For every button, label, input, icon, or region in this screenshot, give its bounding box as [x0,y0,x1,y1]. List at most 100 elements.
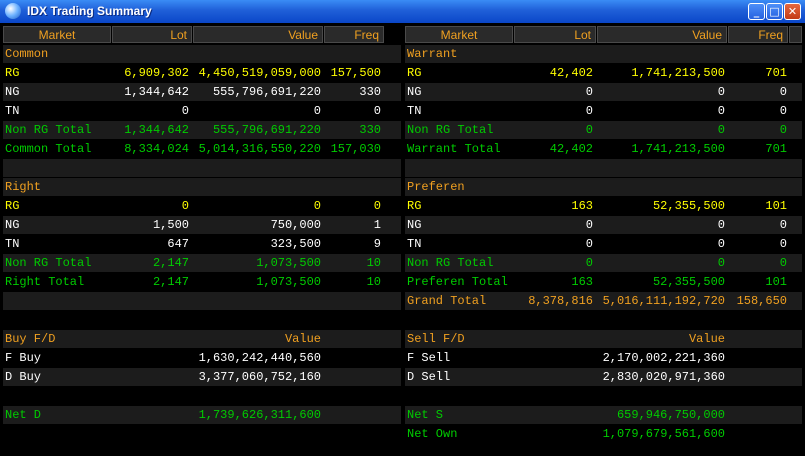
row-label: TN [5,237,20,251]
maximize-button[interactable]: □ [766,3,783,20]
header-spacer [789,26,802,43]
value-cell: 0 [313,104,321,118]
row-label: TN [407,104,422,118]
freq-cell: 0 [373,199,381,213]
lot-cell: 42,402 [549,66,593,80]
table-row: F Sell 2,170,002,221,360 [405,349,802,367]
table-row: Non RG Total 1,344,642 555,796,691,220 3… [3,121,401,139]
section-title-right: Right [5,180,42,194]
row-label: F Sell [407,351,451,365]
freq-cell: 330 [359,85,381,99]
row-label: NG [407,218,422,232]
column-header-lot[interactable]: Lot [112,26,192,43]
value-cell: 750,000 [270,218,321,232]
table-row: NG 1,500 750,000 1 [3,216,401,234]
column-header-freq[interactable]: Freq [324,26,384,43]
row-label: D Sell [407,370,451,384]
section-row-common: Common [3,45,401,63]
right-header-row: Market Lot Value Freq [405,26,802,43]
table-row: NG 0 0 0 [405,216,802,234]
freq-cell: 0 [373,104,381,118]
lot-cell: 0 [181,104,189,118]
table-row: Non RG Total 0 0 0 [405,121,802,139]
spacer-row [3,311,401,329]
table-row: NG 0 0 0 [405,83,802,101]
freq-cell: 10 [366,275,381,289]
column-header-lot[interactable]: Lot [514,26,596,43]
lot-cell: 6,909,302 [124,66,189,80]
value-cell: 5,014,316,550,220 [198,142,321,156]
row-label: TN [5,104,20,118]
lot-cell: 2,147 [152,256,189,270]
lot-cell: 2,147 [152,275,189,289]
column-header-value[interactable]: Value [193,26,323,43]
value-cell: 0 [313,199,321,213]
value-cell: 1,741,213,500 [631,142,725,156]
table-row: Net D 1,739,626,311,600 [3,406,401,424]
lot-cell: 647 [167,237,189,251]
section-row-sell: Sell F/D Value [405,330,802,348]
net-s-value: 659,946,750,000 [616,408,725,422]
section-title-warrant: Warrant [407,47,458,61]
table-row: Preferen Total 163 52,355,500 101 [405,273,802,291]
grand-total-row: Grand Total 8,378,816 5,016,111,192,720 … [405,292,802,310]
close-button[interactable]: ✕ [784,3,801,20]
row-label: Preferen Total [407,275,508,289]
net-d-label: Net D [5,408,42,422]
value-cell: 0 [717,104,725,118]
freq-cell: 0 [779,218,787,232]
lot-cell: 0 [585,104,593,118]
table-row: Non RG Total 2,147 1,073,500 10 [3,254,401,272]
spacer-row [3,387,401,405]
column-header-market[interactable]: Market [405,26,513,43]
row-label: NG [407,85,422,99]
lot-cell: 0 [181,199,189,213]
value-cell: 0 [717,256,725,270]
value-cell: 1,073,500 [256,275,321,289]
value-cell: 0 [717,237,725,251]
value-cell: 0 [717,85,725,99]
table-row: Non RG Total 0 0 0 [405,254,802,272]
freq-cell: 0 [779,256,787,270]
table-row: TN 0 0 0 [3,102,401,120]
table-row: D Sell 2,830,020,971,360 [405,368,802,386]
row-label: Non RG Total [5,256,92,270]
row-label: D Buy [5,370,42,384]
title-bar[interactable]: IDX Trading Summary _ □ ✕ [0,0,805,23]
row-label: Common Total [5,142,92,156]
minimize-button[interactable]: _ [748,3,765,20]
spacer-row [405,387,802,405]
app-globe-icon [5,3,21,19]
table-row: NG 1,344,642 555,796,691,220 330 [3,83,401,101]
table-row: Net S 659,946,750,000 [405,406,802,424]
lot-cell: 0 [585,85,593,99]
freq-cell: 0 [779,104,787,118]
section-row-buy: Buy F/D Value [3,330,401,348]
right-panel: Market Lot Value Freq Warrant RG 42,402 … [405,24,802,456]
column-header-market[interactable]: Market [3,26,111,43]
freq-cell: 0 [779,85,787,99]
left-header-row: Market Lot Value Freq [3,26,401,43]
table-row: F Buy 1,630,242,440,560 [3,349,401,367]
grand-total-lot: 8,378,816 [528,294,593,308]
table-row: D Buy 3,377,060,752,160 [3,368,401,386]
value-cell: 0 [717,123,725,137]
freq-cell: 1 [373,218,381,232]
table-row: Common Total 8,334,024 5,014,316,550,220… [3,140,401,158]
section-title-preferen: Preferen [407,180,465,194]
column-header-value[interactable]: Value [597,26,727,43]
lot-cell: 42,402 [549,142,593,156]
net-own-label: Net Own [407,427,458,441]
value-cell: 4,450,519,059,000 [198,66,321,80]
value-cell: 0 [717,218,725,232]
value-cell: 2,830,020,971,360 [602,370,725,384]
column-header-freq[interactable]: Freq [728,26,788,43]
freq-cell: 701 [765,142,787,156]
value-cell: 1,630,242,440,560 [198,351,321,365]
lot-cell: 0 [585,256,593,270]
section-title-sell: Sell F/D [407,332,465,346]
row-label: RG [5,66,20,80]
freq-cell: 10 [366,256,381,270]
value-cell: 1,073,500 [256,256,321,270]
table-row: RG 42,402 1,741,213,500 701 [405,64,802,82]
